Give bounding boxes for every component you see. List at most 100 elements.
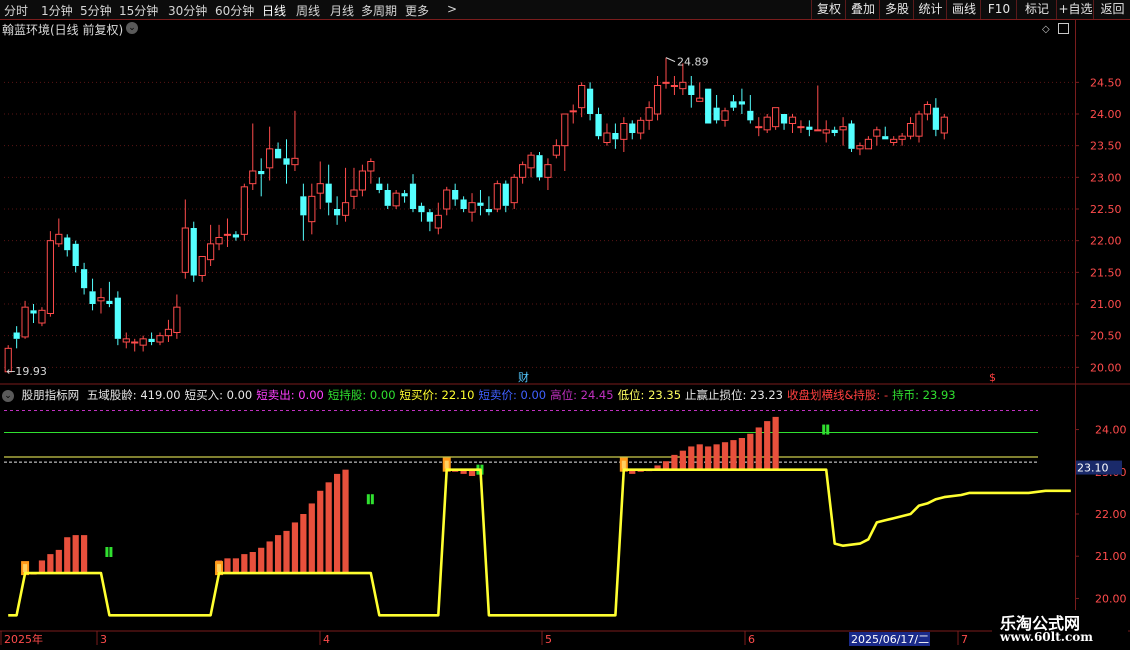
candle — [274, 142, 282, 159]
indicator-bar — [679, 450, 686, 470]
candle — [443, 186, 451, 216]
indicator-bar — [671, 454, 678, 470]
indicator-bar — [291, 522, 299, 574]
candlestick-series: 24.89 ←19.93 财 $ — [4, 56, 996, 384]
indicator-tick-label: 22.00 — [1095, 508, 1127, 521]
candle — [426, 209, 433, 232]
candle — [97, 288, 105, 314]
candle — [452, 183, 459, 206]
diamond-icon[interactable]: ◇ — [1042, 24, 1050, 35]
price-tick-label: 24.00 — [1090, 108, 1122, 121]
price-tick-label: 21.50 — [1090, 266, 1122, 279]
indicator-field-7: 低位: 23.35 — [617, 388, 682, 402]
candle — [713, 95, 720, 124]
indicator-bar — [249, 552, 256, 574]
candle — [940, 114, 948, 140]
candle — [772, 107, 780, 130]
sell-marker — [370, 494, 374, 505]
indicator-bar — [258, 547, 265, 574]
candle — [780, 114, 788, 130]
candle — [249, 123, 257, 190]
candle — [258, 158, 265, 197]
candle — [612, 123, 619, 149]
candle — [755, 117, 763, 137]
candle — [477, 190, 484, 216]
watermark-url: www.60lt.com — [1000, 630, 1093, 644]
candle — [788, 114, 797, 133]
candle — [637, 117, 645, 140]
indicator-bar — [283, 530, 290, 574]
indicator-bar — [696, 444, 703, 470]
date-label: 3 — [100, 633, 107, 646]
candle — [367, 158, 375, 184]
candle — [662, 57, 670, 89]
candle — [696, 82, 704, 102]
indicator-field-5: 短卖价: 0.00 — [478, 388, 547, 402]
candle — [806, 120, 813, 137]
date-axis: 2025年 3 4 5 6 7 2025/06/17/二 — [0, 631, 968, 646]
date-label: 4 — [323, 633, 330, 646]
indicator-field-0: 五域股龄: 419.00 — [86, 388, 181, 402]
main-grid — [4, 81, 1075, 368]
candle — [223, 218, 232, 247]
sell-marker — [105, 547, 109, 557]
dividend-marker: $ — [989, 371, 996, 384]
candle — [266, 126, 274, 181]
indicator-bar — [317, 490, 324, 574]
indicator-axis: 20.0021.0022.0023.0024.0023.10 — [1075, 424, 1127, 605]
maximize-icon[interactable] — [1058, 23, 1069, 34]
high-price-label: 24.89 — [677, 56, 709, 69]
candle — [561, 113, 569, 171]
candle — [72, 240, 79, 273]
candle — [839, 117, 847, 146]
indicator-bar — [325, 482, 332, 574]
candle — [291, 110, 299, 171]
watermark: 乐淘公式网 www.60lt.com — [992, 610, 1128, 648]
candle — [763, 114, 771, 133]
candle — [864, 136, 872, 150]
candle — [392, 190, 400, 209]
chart-frame — [0, 20, 1130, 632]
date-label: 2025年 — [4, 632, 43, 646]
indicator-bar — [334, 473, 341, 574]
chevron-down-icon[interactable]: ⌄ — [126, 22, 138, 34]
candle — [536, 152, 543, 181]
candle — [519, 161, 527, 184]
indicator-bar — [241, 554, 248, 574]
indicator-name: 股朋指标网 — [21, 388, 80, 402]
buy-marker-core — [217, 564, 222, 573]
price-tick-label: 21.00 — [1090, 298, 1122, 311]
price-tick-label: 20.00 — [1090, 361, 1122, 374]
price-tick-label: 22.00 — [1090, 235, 1122, 248]
price-tick-label: 20.50 — [1090, 330, 1122, 343]
candle — [341, 167, 350, 222]
sell-marker — [366, 494, 370, 505]
sell-marker — [826, 424, 830, 435]
indicator-field-4: 短买价: 22.10 — [399, 388, 475, 402]
indicator-bar — [755, 427, 762, 470]
chevron-down-icon[interactable]: ⌄ — [2, 389, 14, 402]
candle — [384, 183, 391, 209]
indicator-bar — [730, 440, 737, 470]
candle — [46, 231, 54, 317]
indicator-field-6: 高位: 24.45 — [550, 388, 614, 402]
candle — [401, 190, 408, 203]
candle — [215, 224, 223, 251]
indicator-tick-label: 20.00 — [1095, 592, 1127, 605]
indicator-bar — [705, 446, 712, 470]
candle — [139, 335, 147, 352]
candle — [38, 307, 46, 327]
candle — [645, 101, 653, 130]
indicator-bar — [81, 535, 88, 574]
candle — [552, 139, 560, 159]
price-tick-label: 23.00 — [1090, 171, 1122, 184]
indicator-bar — [764, 421, 771, 470]
high-pointer — [665, 57, 676, 63]
candle — [198, 256, 206, 282]
price-tick-label: 24.50 — [1090, 76, 1122, 89]
candle — [620, 117, 628, 152]
candle — [64, 234, 71, 257]
candle — [915, 110, 923, 143]
indicator-bars — [21, 416, 830, 576]
indicator-bar — [747, 433, 754, 470]
